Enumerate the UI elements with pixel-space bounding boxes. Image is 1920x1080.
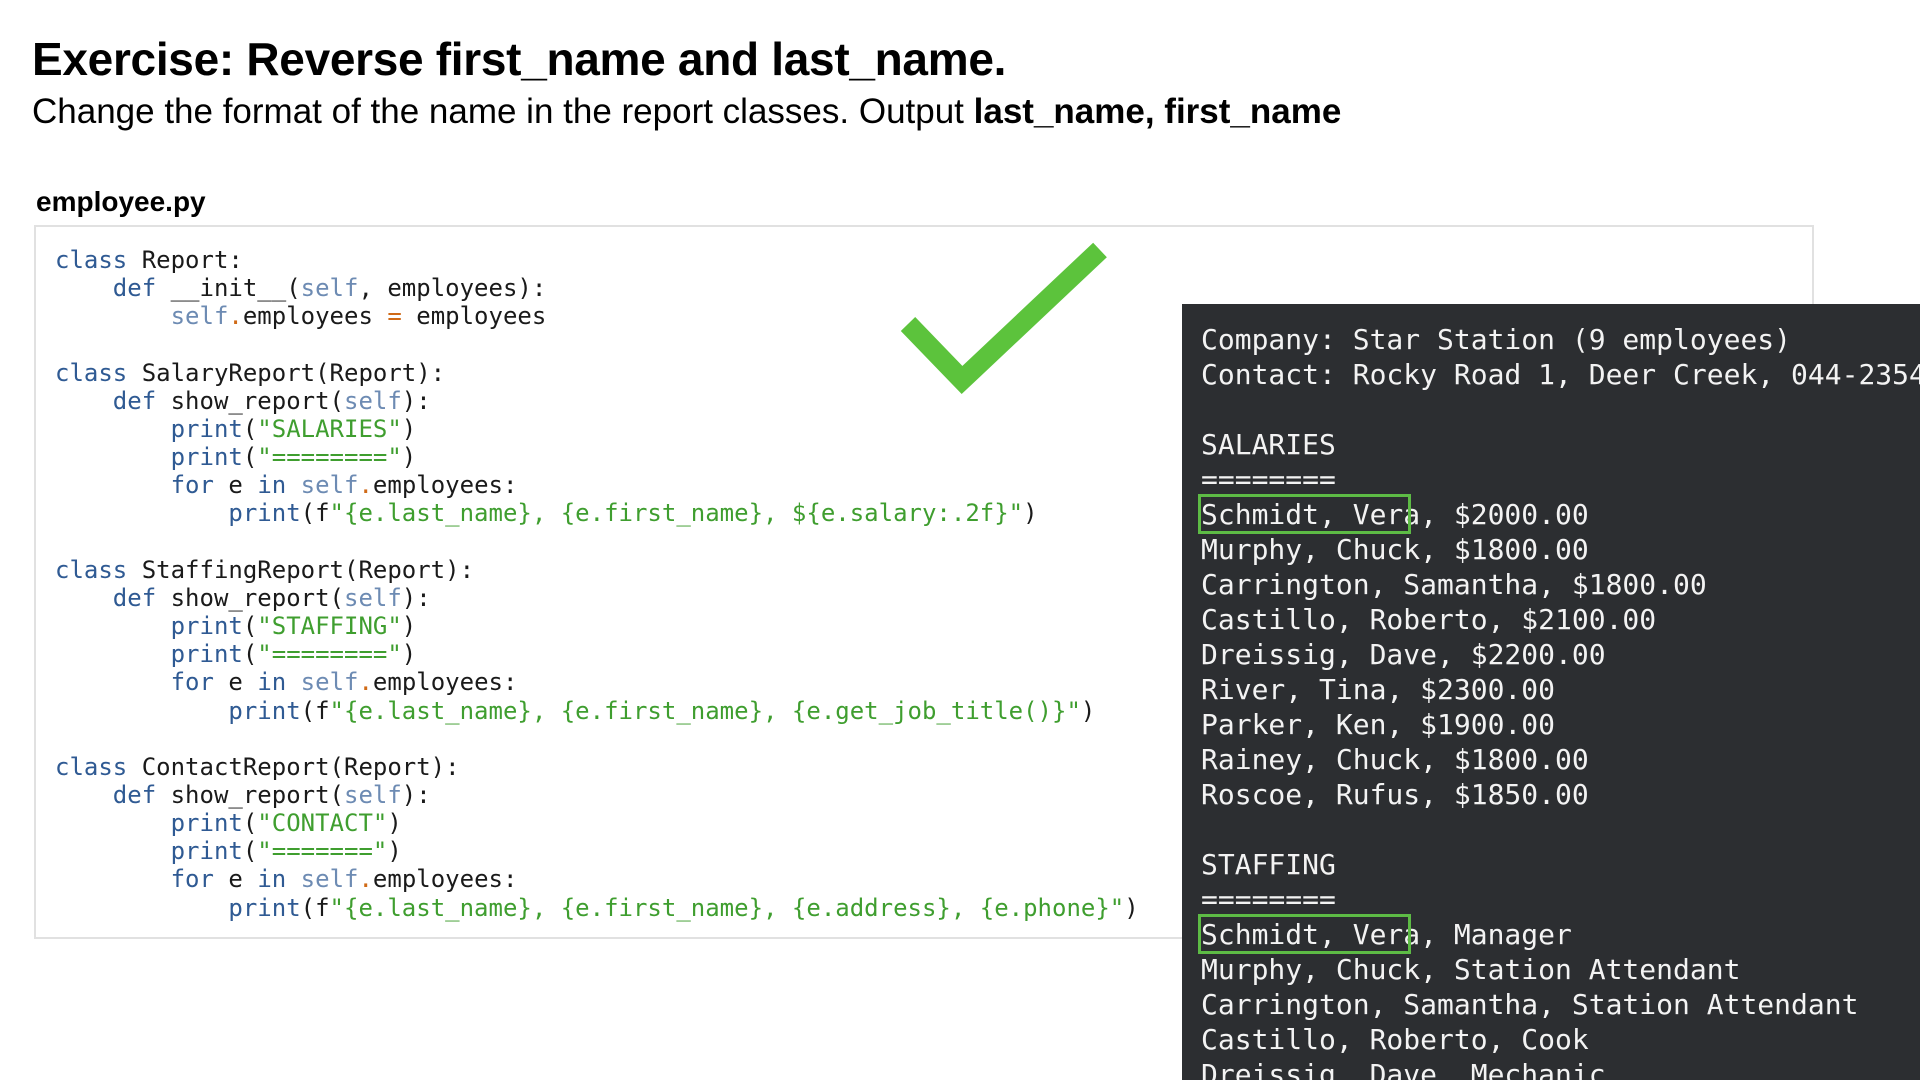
terminal-line: Murphy, Chuck, $1800.00 [1201, 533, 1589, 566]
terminal-line: Contact: Rocky Road 1, Deer Creek, 044-2… [1201, 358, 1920, 391]
terminal-line: Castillo, Roberto, Cook [1201, 1023, 1589, 1056]
name-highlight-staffing [1198, 914, 1411, 954]
terminal-line: ======== [1201, 463, 1336, 496]
terminal-line: Murphy, Chuck, Station Attendant [1201, 953, 1741, 986]
name-highlight-salaries [1198, 494, 1411, 534]
terminal-line: Dreissig, Dave, Mechanic [1201, 1058, 1606, 1080]
slide-subtitle: Change the format of the name in the rep… [32, 92, 1341, 132]
terminal-line: Rainey, Chuck, $1800.00 [1201, 743, 1589, 776]
subtitle-emphasis: last_name, first_name [973, 92, 1342, 131]
slide-title: Exercise: Reverse first_name and last_na… [32, 33, 1007, 85]
terminal-lines: Company: Star Station (9 employees) Conta… [1201, 322, 1920, 1080]
terminal-line: ======== [1201, 883, 1336, 916]
terminal-line: River, Tina, $2300.00 [1201, 673, 1556, 706]
terminal-line: STAFFING [1201, 848, 1336, 881]
terminal-output: Company: Star Station (9 employees) Conta… [1182, 304, 1920, 1080]
terminal-line: Dreissig, Dave, $2200.00 [1201, 638, 1606, 671]
terminal-line: SALARIES [1201, 428, 1336, 461]
terminal-line: Parker, Ken, $1900.00 [1201, 708, 1556, 741]
terminal-line: Carrington, Samantha, Station Attendant [1201, 988, 1859, 1021]
terminal-line: Carrington, Samantha, $1800.00 [1201, 568, 1707, 601]
terminal-line: Company: Star Station (9 employees) [1201, 323, 1792, 356]
checkmark-icon [900, 242, 1107, 395]
terminal-line: Roscoe, Rufus, $1850.00 [1201, 778, 1589, 811]
file-name-label: employee.py [36, 186, 206, 217]
terminal-line: Castillo, Roberto, $2100.00 [1201, 603, 1657, 636]
subtitle-text: Change the format of the name in the rep… [32, 92, 974, 131]
